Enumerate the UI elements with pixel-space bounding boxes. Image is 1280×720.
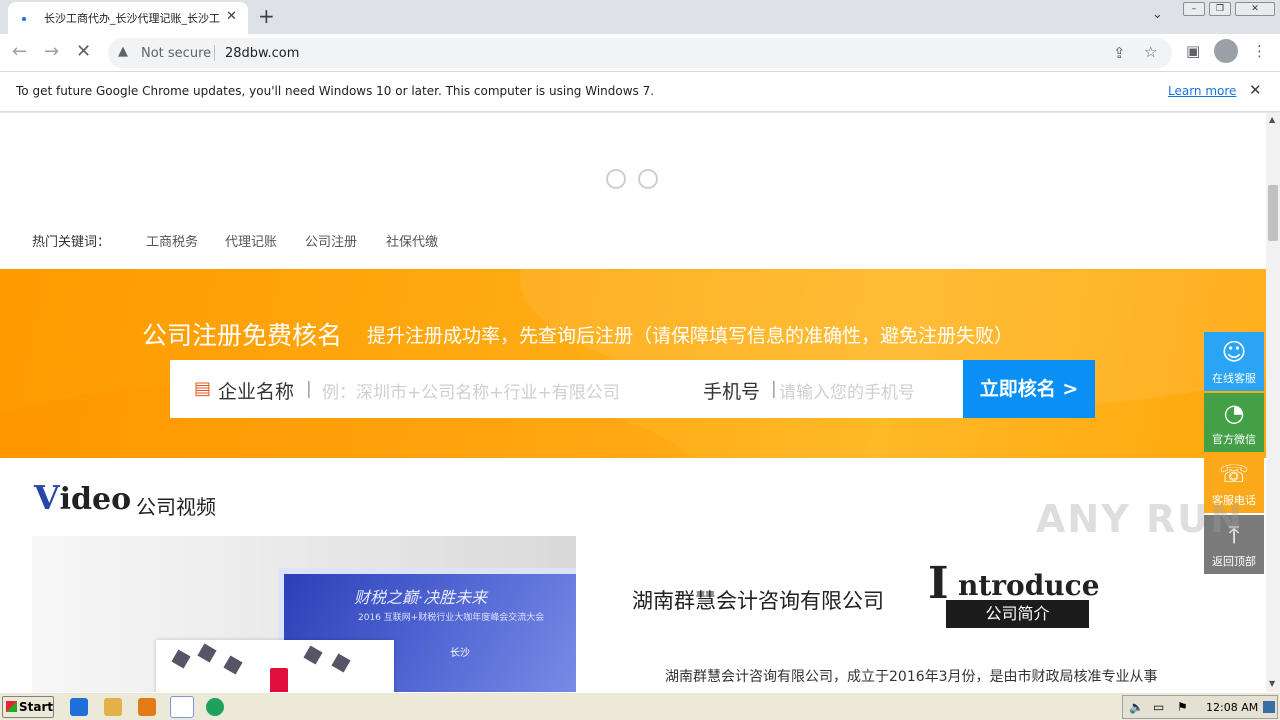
- company-intro-tag: 公司简介: [946, 600, 1089, 628]
- side-label: 官方微信: [1212, 433, 1256, 446]
- windows-taskbar: Start 🔈 ▭ ⚑ 12:08 AM: [0, 692, 1280, 720]
- security-label[interactable]: Not secure: [141, 46, 211, 61]
- infobar-message: To get future Google Chrome updates, you…: [16, 84, 655, 98]
- tab-search-icon[interactable]: ⌄: [1152, 7, 1163, 22]
- action-center-flag-icon[interactable]: ⚑: [1177, 700, 1188, 714]
- keyword-link[interactable]: 公司注册: [305, 231, 357, 250]
- name-check-banner: 公司注册免费核名 提升注册成功率，先查询后注册（请保障填写信息的准确性，避免注册…: [0, 269, 1266, 458]
- profile-avatar-icon[interactable]: [1214, 39, 1238, 63]
- clock: 12:08 AM: [1206, 701, 1259, 714]
- start-label: Start: [19, 700, 54, 714]
- network-icon[interactable]: ▭: [1153, 700, 1164, 714]
- video-title-initial: V: [34, 478, 60, 517]
- keyword-link[interactable]: 代理记账: [225, 231, 277, 250]
- bookmark-star-icon[interactable]: ☆: [1144, 43, 1157, 61]
- wechat-icon: ◔: [1223, 399, 1245, 427]
- address-bar[interactable]: ▲ Not secure 28dbw.com ⇪ ☆: [108, 38, 1172, 68]
- menu-kebab-icon[interactable]: ⋮: [1252, 42, 1267, 60]
- decoration: [270, 668, 288, 692]
- back-icon[interactable]: ←: [12, 41, 27, 62]
- introduce-title-rest: ntroduce: [958, 569, 1100, 602]
- scroll-up-icon[interactable]: ▲: [1269, 115, 1275, 124]
- learn-more-link[interactable]: Learn more: [1168, 84, 1236, 98]
- url-text[interactable]: 28dbw.com: [225, 46, 299, 61]
- decoration: [331, 653, 351, 673]
- phone-icon: ☏: [1218, 460, 1249, 488]
- video-title-rest: ideo: [59, 482, 132, 517]
- video-screen-title: 财税之巅·决胜未来: [354, 588, 488, 607]
- infobar-close-icon[interactable]: ✕: [1249, 81, 1262, 99]
- divider: |: [306, 379, 312, 399]
- close-window-icon[interactable]: ✕: [1235, 2, 1275, 16]
- decoration: [223, 655, 243, 675]
- decoration: [197, 643, 217, 663]
- edge-icon[interactable]: [206, 698, 224, 716]
- forward-icon[interactable]: →: [44, 41, 59, 62]
- video-section-title: Video: [34, 478, 131, 517]
- anyrun-watermark: ANY RUN: [1036, 497, 1244, 541]
- name-check-form: ▤ 企业名称 | 例：深圳市+公司名称+行业+有限公司 手机号 | 请输入您的手…: [170, 360, 1095, 418]
- qq-icon: ☺: [1221, 338, 1247, 366]
- divider: [214, 45, 215, 61]
- restore-icon[interactable]: ❐: [1209, 2, 1231, 16]
- company-name-input[interactable]: 例：深圳市+公司名称+行业+有限公司: [322, 378, 620, 403]
- carousel-dot[interactable]: [638, 169, 658, 189]
- browser-toolbar: ← → ✕ ▲ Not secure 28dbw.com ⇪ ☆ ▣ ⋮: [0, 34, 1280, 72]
- tab-strip: 长沙工商代办_长沙代理记账_长沙工 ✕ + ⌄ – ❐ ✕: [0, 0, 1280, 34]
- keyword-link[interactable]: 社保代缴: [386, 231, 438, 250]
- volume-icon[interactable]: 🔈: [1129, 700, 1144, 714]
- warning-icon[interactable]: ▲: [118, 44, 128, 59]
- loading-icon: [22, 17, 26, 21]
- media-player-icon[interactable]: [138, 698, 156, 716]
- tab-title: 长沙工商代办_长沙代理记账_长沙工: [44, 12, 220, 25]
- phone-label: 手机号: [703, 381, 761, 403]
- page-scrollbar[interactable]: ▲ ▼: [1266, 113, 1280, 692]
- check-name-button[interactable]: 立即核名 >: [963, 360, 1095, 418]
- carousel-dot[interactable]: [606, 169, 626, 189]
- company-video-thumbnail[interactable]: 财税之巅·决胜未来 2016 互联网+财税行业大咖年度峰会交流大会 长沙: [32, 536, 576, 692]
- keyword-link[interactable]: 工商税务: [146, 231, 198, 250]
- decoration: [171, 649, 191, 669]
- company-name-label: 企业名称: [218, 381, 295, 403]
- explorer-folder-icon[interactable]: [104, 698, 122, 716]
- scrollbar-thumb[interactable]: [1268, 185, 1278, 241]
- stop-loading-icon[interactable]: ✕: [76, 41, 91, 62]
- company-name-heading: 湖南群慧会计咨询有限公司: [632, 589, 884, 613]
- video-screen-city: 长沙: [450, 648, 470, 659]
- ie-icon[interactable]: [70, 698, 88, 716]
- windows-logo-icon: [6, 701, 17, 712]
- share-icon[interactable]: ⇪: [1113, 44, 1126, 62]
- side-label: 返回顶部: [1212, 555, 1256, 568]
- video-card: [156, 640, 394, 692]
- tab-close-icon[interactable]: ✕: [226, 9, 237, 24]
- side-label: 在线客服: [1212, 372, 1256, 385]
- minimize-icon[interactable]: –: [1183, 2, 1205, 16]
- banner-subtitle: 提升注册成功率，先查询后注册（请保障填写信息的准确性，避免注册失败）: [367, 325, 1014, 347]
- divider: |: [771, 379, 777, 399]
- video-screen-subtitle: 2016 互联网+财税行业大咖年度峰会交流大会: [358, 613, 545, 623]
- browser-tab[interactable]: 长沙工商代办_长沙代理记账_长沙工 ✕: [8, 2, 248, 34]
- update-infobar: To get future Google Chrome updates, you…: [0, 72, 1280, 112]
- page-content: 热门关键词： 工商税务 代理记账 公司注册 社保代缴 公司注册免费核名 提升注册…: [0, 113, 1266, 692]
- company-icon: ▤: [194, 378, 212, 399]
- phone-input[interactable]: 请输入您的手机号: [779, 378, 915, 403]
- chrome-taskbar-icon[interactable]: [170, 696, 194, 718]
- video-section-subtitle: 公司视频: [136, 495, 216, 519]
- online-service-button[interactable]: ☺ 在线客服: [1204, 332, 1264, 391]
- show-desktop-icon[interactable]: [1263, 701, 1275, 713]
- side-panel-icon[interactable]: ▣: [1186, 42, 1200, 60]
- scroll-down-icon[interactable]: ▼: [1269, 679, 1275, 688]
- new-tab-button[interactable]: +: [258, 4, 275, 28]
- decoration: [303, 645, 323, 665]
- company-intro-text: 湖南群慧会计咨询有限公司，成立于2016年3月份，是由市财政局核准专业从事: [665, 669, 1158, 685]
- hot-keywords-label: 热门关键词：: [32, 235, 111, 250]
- wechat-button[interactable]: ◔ 官方微信: [1204, 393, 1264, 452]
- start-button[interactable]: Start: [2, 696, 54, 718]
- banner-title: 公司注册免费核名: [142, 321, 343, 350]
